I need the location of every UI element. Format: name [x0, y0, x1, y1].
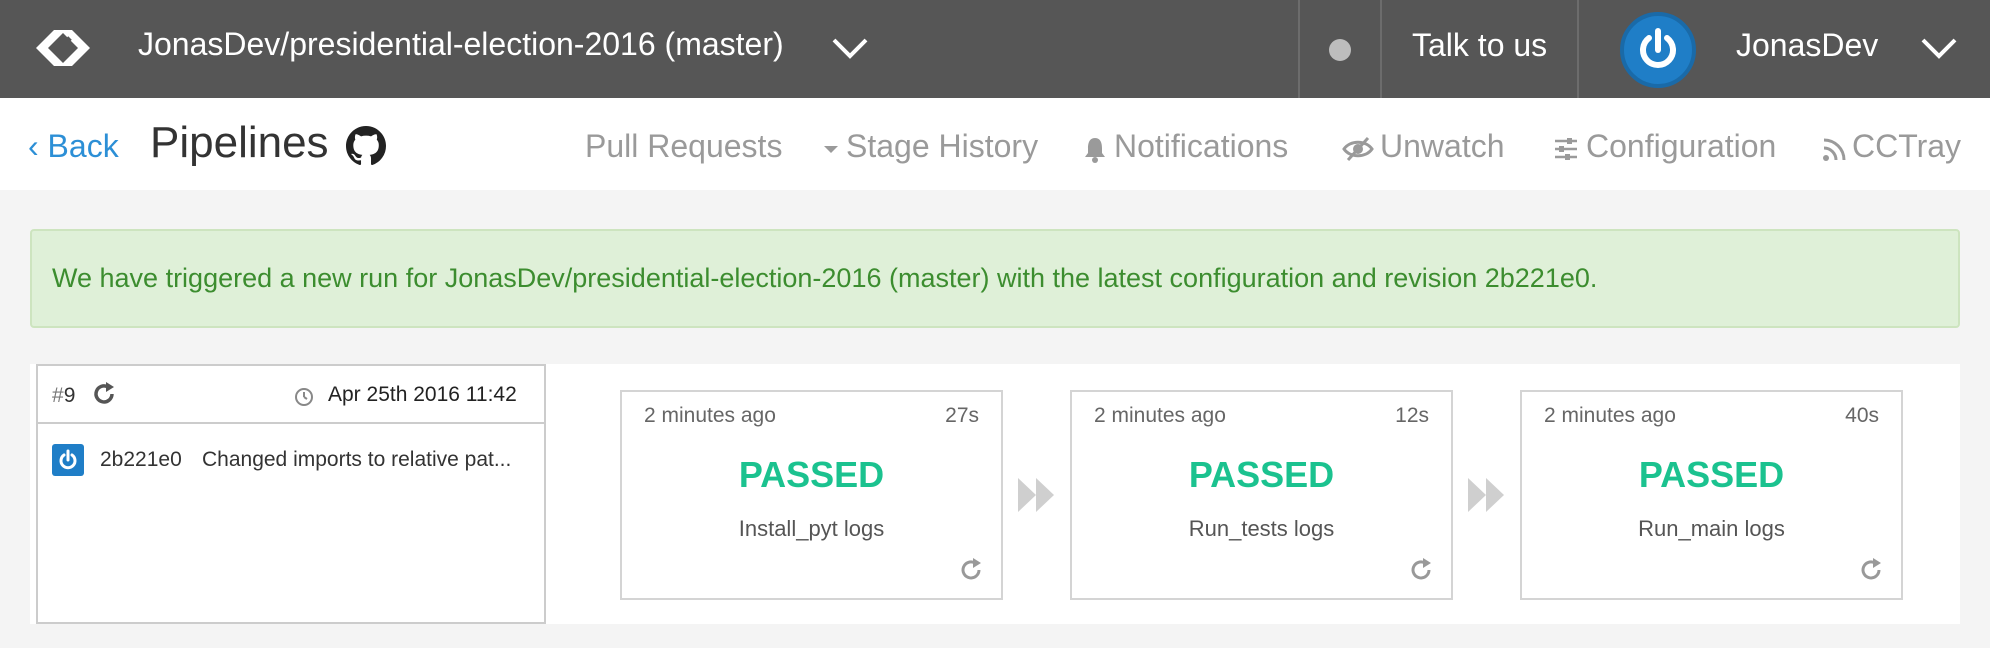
- build-date: Apr 25th 2016 11:42: [328, 383, 517, 406]
- stage-card[interactable]: 2 minutes ago 27s PASSED Install_pyt log…: [620, 390, 1003, 600]
- stage-arrow-icon: [1468, 478, 1504, 512]
- alert-message: We have triggered a new run for JonasDev…: [52, 263, 1598, 293]
- nav-configuration[interactable]: Configuration: [1552, 128, 1776, 165]
- nav-cctray[interactable]: CCTray: [1822, 128, 1961, 165]
- stage-status: PASSED: [1638, 454, 1785, 495]
- stage-status: PASSED: [1188, 454, 1335, 495]
- commit-sha[interactable]: 2b221e0: [100, 448, 182, 472]
- stage-time-ago: 2 minutes ago: [1544, 404, 1676, 427]
- restart-stage-icon[interactable]: [1857, 556, 1885, 584]
- stage-duration: 40s: [1845, 404, 1879, 427]
- caret-down-icon: [824, 145, 838, 153]
- power-icon: [1640, 28, 1676, 68]
- commit-message: Changed imports to relative pat...: [202, 448, 512, 471]
- commit-author-avatar: [52, 444, 84, 476]
- chevron-down-icon[interactable]: [828, 30, 872, 66]
- stage-duration: 12s: [1395, 404, 1429, 427]
- talk-to-us-link[interactable]: Talk to us: [1412, 27, 1547, 64]
- stage-status: PASSED: [738, 454, 885, 495]
- success-alert: We have triggered a new run for JonasDev…: [30, 229, 1960, 328]
- chevron-left-icon: ‹: [28, 128, 48, 164]
- github-icon[interactable]: [346, 126, 386, 166]
- stage-logs-link[interactable]: Run_main logs: [1522, 516, 1901, 542]
- restart-stage-icon[interactable]: [1407, 556, 1435, 584]
- nav-label: Configuration: [1586, 128, 1777, 164]
- codeship-logo-icon[interactable]: [28, 16, 98, 80]
- back-label: Back: [47, 128, 119, 164]
- stage-arrow-icon: [1018, 478, 1054, 512]
- stage-card[interactable]: 2 minutes ago 12s PASSED Run_tests logs: [1070, 390, 1453, 600]
- user-name[interactable]: JonasDev: [1736, 27, 1878, 64]
- build-number[interactable]: #9: [52, 384, 75, 408]
- build-hash: #: [52, 384, 64, 407]
- build-number-value: 9: [63, 384, 76, 407]
- eye-slash-icon: [1342, 136, 1374, 161]
- divider: [1577, 0, 1579, 98]
- build-run-card[interactable]: #9 Apr 25th 2016 11:42 2b221e0 Changed i…: [36, 364, 546, 624]
- page-title: Pipelines: [150, 118, 329, 167]
- project-selector-title[interactable]: JonasDev/presidential-election-2016 (mas…: [138, 26, 784, 63]
- user-menu-chevron-down-icon[interactable]: [1917, 30, 1961, 66]
- rss-icon: [1823, 138, 1846, 161]
- restart-build-icon[interactable]: [90, 380, 118, 408]
- sub-header: ‹ Back Pipelines Pull Requests Stage His…: [0, 98, 1990, 190]
- top-navbar: JonasDev/presidential-election-2016 (mas…: [0, 0, 1990, 98]
- nav-pull-requests[interactable]: Pull Requests: [585, 128, 782, 165]
- divider: [1298, 0, 1300, 98]
- nav-stage-history[interactable]: Stage History: [822, 128, 1038, 165]
- nav-unwatch[interactable]: Unwatch: [1342, 128, 1505, 165]
- stage-card[interactable]: 2 minutes ago 40s PASSED Run_main logs: [1520, 390, 1903, 600]
- stage-time-ago: 2 minutes ago: [1094, 404, 1226, 427]
- power-icon: [59, 449, 77, 470]
- nav-label: Stage History: [846, 128, 1039, 164]
- divider: [1380, 0, 1382, 98]
- clock-icon: [295, 388, 313, 406]
- build-run-header: #9 Apr 25th 2016 11:42: [38, 366, 544, 424]
- nav-label: Notifications: [1114, 128, 1289, 164]
- stage-duration: 27s: [945, 404, 979, 427]
- bell-icon: [1085, 137, 1105, 163]
- stage-logs-link[interactable]: Run_tests logs: [1072, 516, 1451, 542]
- restart-stage-icon[interactable]: [957, 556, 985, 584]
- status-indicator-icon[interactable]: [1329, 39, 1351, 61]
- nav-label: Unwatch: [1380, 128, 1505, 164]
- stage-time-ago: 2 minutes ago: [644, 404, 776, 427]
- nav-label: Pull Requests: [585, 128, 783, 164]
- sliders-icon: [1555, 137, 1577, 160]
- user-avatar[interactable]: [1620, 12, 1696, 88]
- back-link[interactable]: ‹ Back: [28, 128, 119, 165]
- nav-label: CCTray: [1852, 128, 1962, 164]
- stage-logs-link[interactable]: Install_pyt logs: [622, 516, 1001, 542]
- nav-notifications[interactable]: Notifications: [1082, 128, 1288, 165]
